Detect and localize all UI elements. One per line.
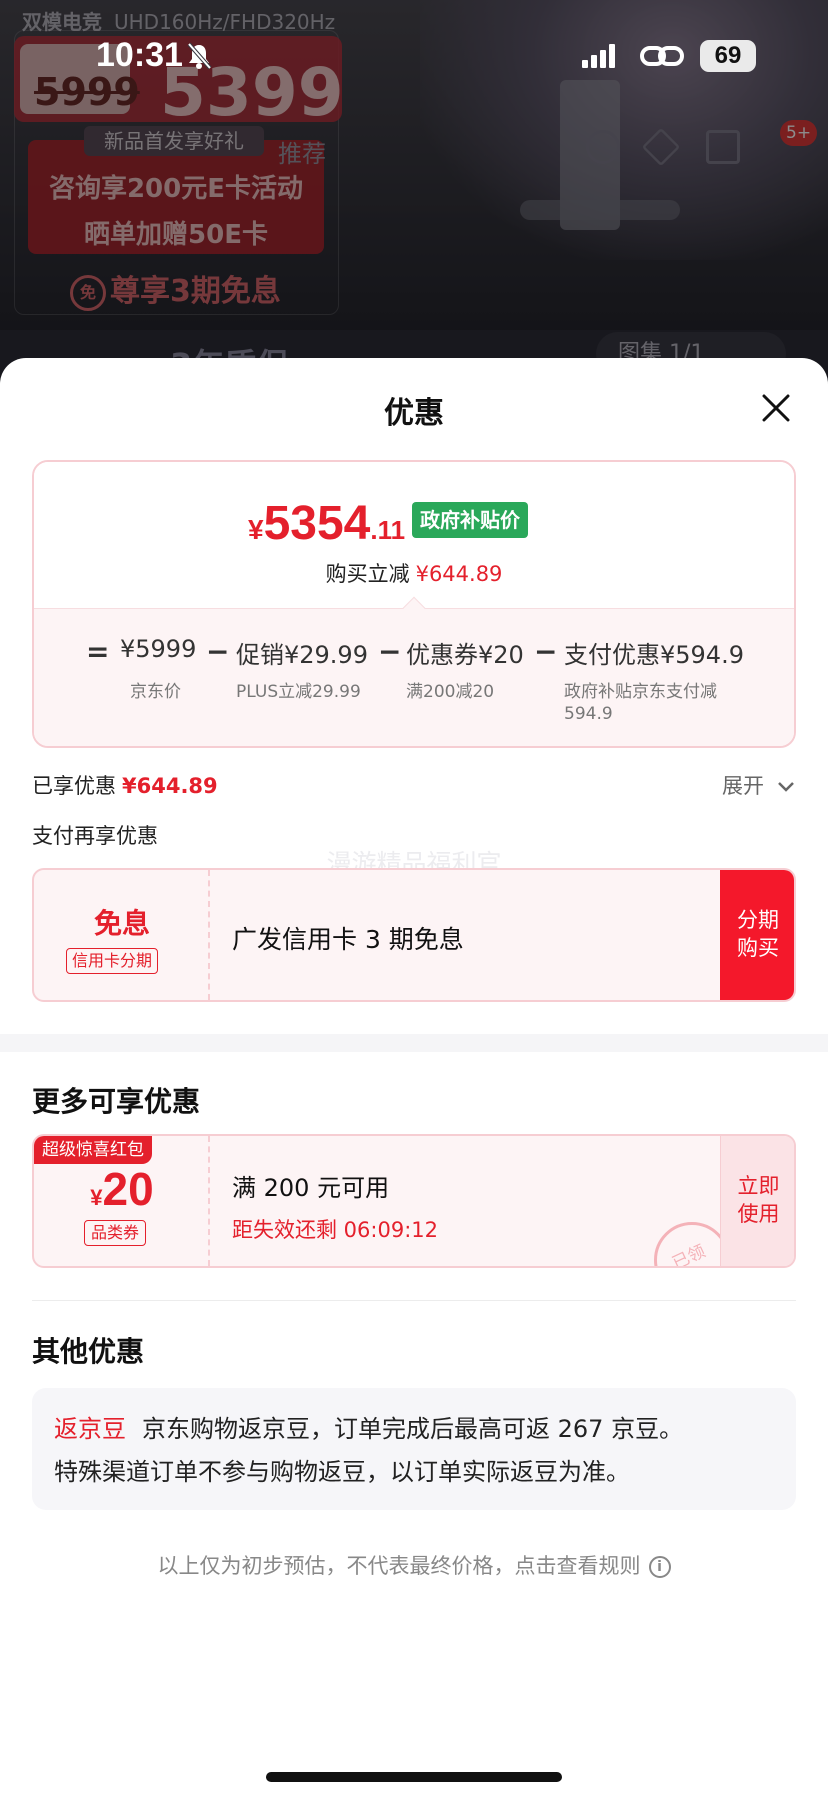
sheet-title: 优惠 bbox=[384, 396, 444, 431]
coupon-category: 品类券 bbox=[84, 1220, 147, 1246]
home-indicator[interactable] bbox=[266, 1772, 562, 1782]
jd-beans-line-2: 特殊渠道订单不参与购物返豆，以订单实际返豆为准。 bbox=[54, 1458, 630, 1486]
price-formula: = ¥5999 京东价 − 促销¥29.99 PLUS立减29.99 − 优惠券… bbox=[34, 608, 794, 746]
chevron-down-icon bbox=[777, 782, 794, 792]
coupon-amount: ¥20 bbox=[90, 1163, 154, 1215]
other-discounts-title: 其他优惠 bbox=[32, 1335, 145, 1368]
discount-line: 购买立减 ¥644.89 bbox=[325, 562, 503, 586]
status-time: 10:31 bbox=[96, 36, 183, 74]
minus-sign: − bbox=[378, 635, 402, 668]
pay-more-title: 支付再享优惠 bbox=[32, 824, 158, 848]
formula-term-promo: 促销¥29.99 bbox=[236, 641, 368, 669]
coupon-condition: 满 200 元可用 bbox=[232, 1174, 390, 1202]
formula-term-jd-price: ¥5999 bbox=[120, 635, 197, 663]
formula-term-coupon: 优惠券¥20 bbox=[406, 641, 524, 669]
discount-sheet: 优惠 漫游精品福利官 ¥5354.11 政府补贴价 购买立减 ¥644.89 = … bbox=[0, 358, 828, 1795]
installment-buy-button[interactable]: 分期 购买 bbox=[720, 870, 794, 1000]
coupon-expiry: 距失效还剩 06:09:12 bbox=[232, 1218, 438, 1242]
installment-text: 广发信用卡 3 期免息 bbox=[232, 925, 464, 954]
more-discounts-title: 更多可享优惠 bbox=[32, 1085, 201, 1118]
info-icon[interactable]: i bbox=[648, 1556, 671, 1578]
rules-note[interactable]: 以上仅为初步预估，不代表最终价格，点击查看规则 i bbox=[0, 1550, 828, 1580]
formula-sub-promo: PLUS立减29.99 bbox=[236, 682, 361, 702]
bell-muted-icon bbox=[187, 42, 212, 70]
jd-beans-box: 返京豆 京东购物返京豆，订单完成后最高可返 267 京豆。 特殊渠道订单不参与购物… bbox=[32, 1388, 796, 1510]
installment-title: 免息 bbox=[93, 907, 150, 940]
expand-button[interactable]: 展开 bbox=[722, 770, 795, 800]
minus-sign: − bbox=[534, 635, 558, 668]
price-breakdown-card: ¥5354.11 政府补贴价 购买立减 ¥644.89 = ¥5999 京东价 −… bbox=[32, 460, 796, 748]
final-price: ¥5354.11 bbox=[248, 497, 406, 550]
use-coupon-button[interactable]: 立即 使用 bbox=[720, 1136, 794, 1266]
formula-sub-coupon: 满200减20 bbox=[406, 682, 495, 702]
price-summary: ¥5354.11 政府补贴价 购买立减 ¥644.89 bbox=[34, 462, 794, 608]
enjoyed-discount: 已享优惠 ¥644.89 bbox=[32, 774, 218, 798]
installment-tag: 信用卡分期 bbox=[66, 948, 159, 974]
status-bar: 10:31 69 bbox=[0, 0, 828, 110]
equals-sign: = bbox=[86, 635, 110, 668]
installment-card: 免息 信用卡分期 广发信用卡 3 期免息 分期 购买 bbox=[32, 868, 796, 1002]
installment-left: 免息 信用卡分期 bbox=[34, 870, 210, 1000]
coupon-ribbon: 超级惊喜红包 bbox=[34, 1136, 152, 1164]
minus-sign: − bbox=[206, 635, 230, 668]
jd-beans-line-1: 京东购物返京豆，订单完成后最高可返 267 京豆。 bbox=[142, 1415, 684, 1443]
gov-subsidy-tag: 政府补贴价 bbox=[412, 502, 528, 538]
link-icon bbox=[640, 46, 684, 66]
signal-icon bbox=[582, 44, 615, 68]
divider bbox=[32, 1300, 796, 1301]
formula-term-payment: 支付优惠¥594.9 bbox=[564, 641, 744, 669]
battery-indicator: 69 bbox=[700, 40, 756, 72]
coupon-card: ¥20 品类券 超级惊喜红包 满 200 元可用 距失效还剩 06:09:12 … bbox=[32, 1134, 796, 1268]
formula-sub-jd-price: 京东价 bbox=[130, 682, 181, 702]
close-icon[interactable] bbox=[756, 388, 796, 428]
section-gap bbox=[0, 1034, 828, 1052]
jd-beans-tag: 返京豆 bbox=[54, 1415, 126, 1443]
claimed-stamp: 已领 bbox=[654, 1222, 730, 1266]
formula-sub-payment: 政府补贴京东支付减 594.9 bbox=[564, 682, 717, 724]
